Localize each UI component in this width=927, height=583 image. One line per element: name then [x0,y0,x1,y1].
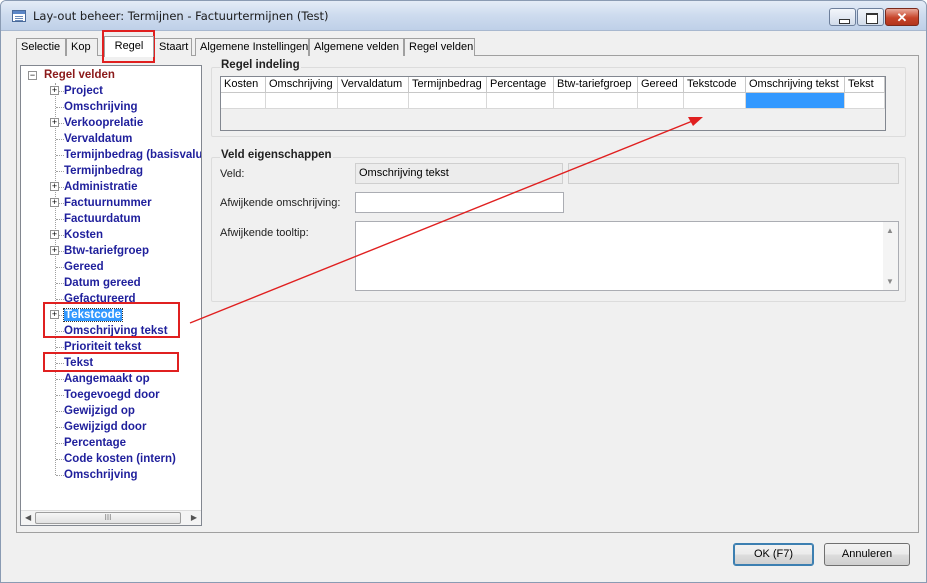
annotation-arrow-line [189,119,696,324]
main-window: Lay-out beheer: Termijnen - Factuurtermi… [0,0,927,583]
annotation-arrow [189,117,703,324]
tab-regel[interactable]: Regel [104,36,154,57]
